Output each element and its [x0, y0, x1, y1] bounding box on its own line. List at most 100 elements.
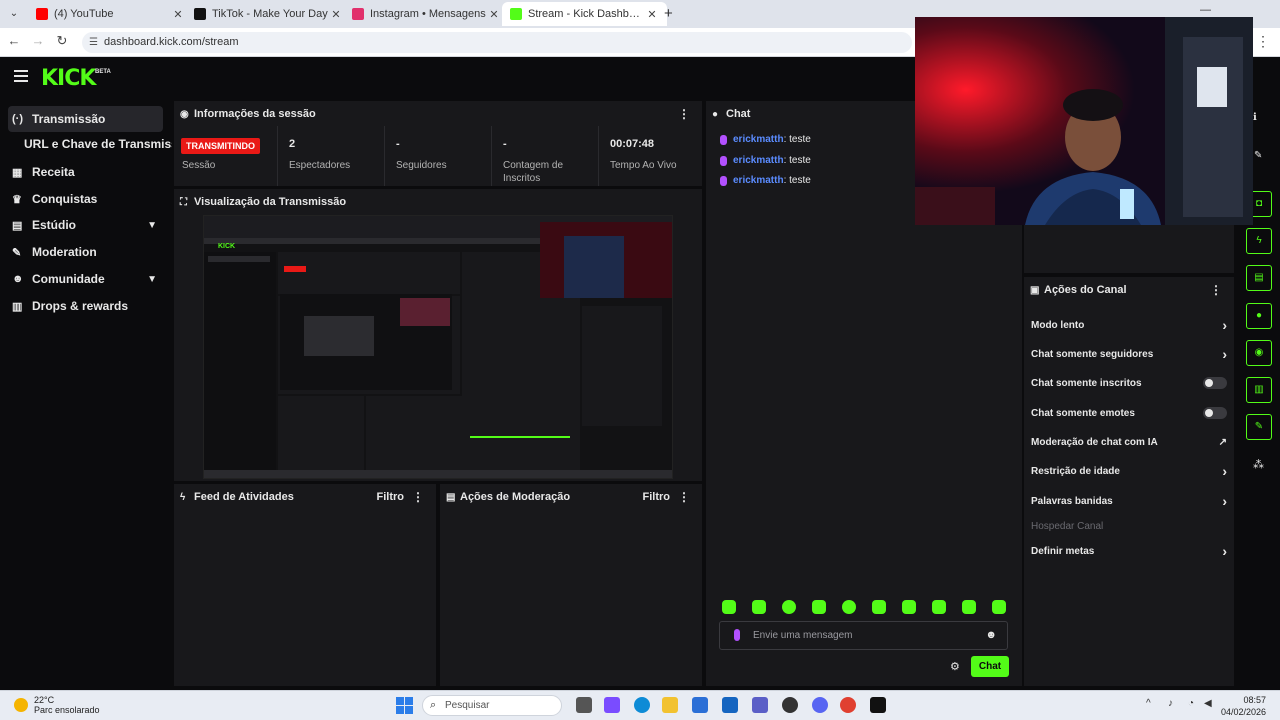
reload-icon[interactable]: ↻	[52, 33, 72, 49]
chat-icon: ●	[712, 108, 719, 120]
teams-icon[interactable]	[752, 697, 768, 713]
emote-icon[interactable]	[902, 600, 916, 614]
sidebar-item-moderation[interactable]: ✎ Moderation	[8, 239, 163, 265]
more-icon[interactable]: ⋮	[1210, 283, 1222, 297]
chat-username[interactable]: erickmatth	[733, 155, 784, 166]
menu-icon[interactable]	[14, 70, 28, 85]
emotes-only-toggle[interactable]	[1203, 407, 1227, 419]
site-info-icon[interactable]: ☰	[89, 32, 98, 53]
browser-menu-icon[interactable]: ⋮	[1256, 33, 1270, 50]
edit-icon[interactable]: ✎	[1254, 150, 1262, 161]
stat-label: Contagem de Inscritos	[503, 160, 564, 184]
emote-icon[interactable]	[962, 600, 976, 614]
close-icon[interactable]: ✕	[487, 8, 501, 21]
wrench-icon[interactable]: ✎	[1246, 414, 1272, 440]
sidebar-item-transmissao[interactable]: (·) Transmissão	[8, 106, 163, 132]
obs-icon[interactable]	[782, 697, 798, 713]
stream-preview-video[interactable]: KICK	[203, 215, 673, 479]
emote-icon[interactable]	[722, 600, 736, 614]
emote-icon[interactable]	[932, 600, 946, 614]
wifi-icon[interactable]: ◔	[1188, 698, 1194, 709]
chat-icon[interactable]: ●	[1246, 303, 1272, 329]
kick-logo[interactable]: KICK	[41, 66, 96, 91]
mail-icon[interactable]	[722, 697, 738, 713]
mic-icon[interactable]: ♪	[1168, 698, 1173, 709]
sidebar-item-receita[interactable]: ▦ Receita	[8, 159, 163, 185]
preview-header: ⛶ Visualização da Transmissão	[174, 189, 702, 215]
forward-icon[interactable]: →	[28, 33, 48, 48]
channel-action-age-restriction[interactable]: Restrição de idade ›	[1031, 462, 1227, 480]
sidebar-item-comunidade[interactable]: ☻ Comunidade ▼	[8, 266, 163, 292]
live-badge: TRANSMITINDO	[181, 138, 260, 154]
chat-message-input[interactable]: Envie uma mensagem ☻	[719, 621, 1008, 650]
chevron-down-icon[interactable]: ▼	[147, 220, 157, 231]
info-icon[interactable]: ℹ	[1253, 112, 1257, 123]
filter-button[interactable]: Filtro	[643, 491, 671, 503]
tab-tiktok[interactable]: TikTok - Make Your Day ✕	[186, 2, 351, 26]
tab-kick[interactable]: Stream - Kick Dashboard ✕	[502, 2, 667, 26]
row-label: Chat somente seguidores	[1031, 348, 1154, 360]
bolt-icon[interactable]: ϟ	[1246, 228, 1272, 254]
emote-icon[interactable]	[842, 600, 856, 614]
channel-action-followers-only[interactable]: Chat somente seguidores ›	[1031, 345, 1227, 363]
weather-widget[interactable]: 22°C Parc ensolarado	[34, 695, 100, 715]
emote-icon[interactable]	[782, 600, 796, 614]
channel-action-banned-words[interactable]: Palavras banidas ›	[1031, 492, 1227, 510]
sidebar-item-drops[interactable]: ▥ Drops & rewards	[8, 293, 163, 319]
document-icon[interactable]: ▤	[1246, 265, 1272, 291]
sidebar-item-estudio[interactable]: ▤ Estúdio ▼	[8, 212, 163, 238]
more-icon[interactable]: ⋮	[678, 490, 690, 504]
stat-followers: - Seguidores	[388, 126, 492, 186]
channel-action-ai-moderation[interactable]: Moderação de chat com IA ↗	[1031, 433, 1227, 451]
chevron-down-icon[interactable]: ▼	[147, 274, 157, 285]
more-icon[interactable]: ⋮	[678, 107, 690, 121]
chat-username[interactable]: erickmatth	[733, 175, 784, 186]
close-icon[interactable]: ✕	[329, 8, 343, 21]
emote-icon[interactable]	[752, 600, 766, 614]
layout-icon[interactable]: ▥	[1246, 377, 1272, 403]
tab-instagram[interactable]: Instagram • Mensagens ✕	[344, 2, 509, 26]
close-icon[interactable]: ✕	[645, 8, 659, 21]
channel-action-slow-mode[interactable]: Modo lento ›	[1031, 316, 1227, 334]
emote-icon[interactable]	[872, 600, 886, 614]
clock[interactable]: 08:57 04/02/2026	[1221, 694, 1266, 718]
chat-username[interactable]: erickmatth	[733, 134, 784, 145]
apps-icon[interactable]: ⁂	[1253, 458, 1264, 471]
stat-label: Seguidores	[396, 160, 447, 171]
chevron-up-icon[interactable]: ^	[1146, 698, 1151, 709]
volume-icon[interactable]: ◀	[1204, 698, 1212, 709]
chat-send-button[interactable]: Chat	[971, 656, 1009, 677]
emote-icon[interactable]	[812, 600, 826, 614]
tiktok-icon	[194, 8, 206, 20]
sidebar-subitem-stream-key[interactable]: URL e Chave de Transmissão	[24, 137, 172, 151]
minimize-icon[interactable]: —	[1200, 4, 1211, 16]
sidebar-item-conquistas[interactable]: ♛ Conquistas	[8, 186, 163, 212]
tab-search-chevron-icon[interactable]: ⌄	[6, 6, 22, 22]
subscribers-only-toggle[interactable]	[1203, 377, 1227, 389]
close-icon[interactable]: ✕	[171, 8, 185, 21]
task-view-icon[interactable]	[576, 697, 592, 713]
more-icon[interactable]: ⋮	[412, 490, 424, 504]
emote-icon[interactable]	[992, 600, 1006, 614]
capcut-icon[interactable]	[870, 697, 886, 713]
chrome-icon[interactable]	[840, 697, 856, 713]
broadcast-icon[interactable]: ◉	[1246, 340, 1272, 366]
filter-button[interactable]: Filtro	[377, 491, 405, 503]
copilot-icon[interactable]	[604, 697, 620, 713]
windows-start-icon[interactable]	[396, 697, 413, 714]
new-tab-button[interactable]: +	[664, 5, 673, 22]
taskbar-search[interactable]: ⌕ Pesquisar	[422, 695, 562, 716]
channel-action-set-goals[interactable]: Definir metas ›	[1031, 542, 1227, 560]
discord-icon[interactable]	[812, 697, 828, 713]
file-explorer-icon[interactable]	[662, 697, 678, 713]
edge-icon[interactable]	[634, 697, 650, 713]
store-icon[interactable]	[692, 697, 708, 713]
sidebar-item-label: Moderation	[32, 245, 97, 259]
back-icon[interactable]: ←	[4, 33, 24, 48]
emoji-icon[interactable]: ☻	[985, 629, 997, 641]
search-icon: ⌕	[430, 699, 437, 711]
gear-icon[interactable]: ⚙	[950, 660, 960, 673]
tab-youtube[interactable]: (4) YouTube ✕	[28, 2, 193, 26]
mic-badge-icon	[720, 155, 727, 166]
url-field[interactable]: ☰ dashboard.kick.com/stream	[82, 32, 912, 53]
